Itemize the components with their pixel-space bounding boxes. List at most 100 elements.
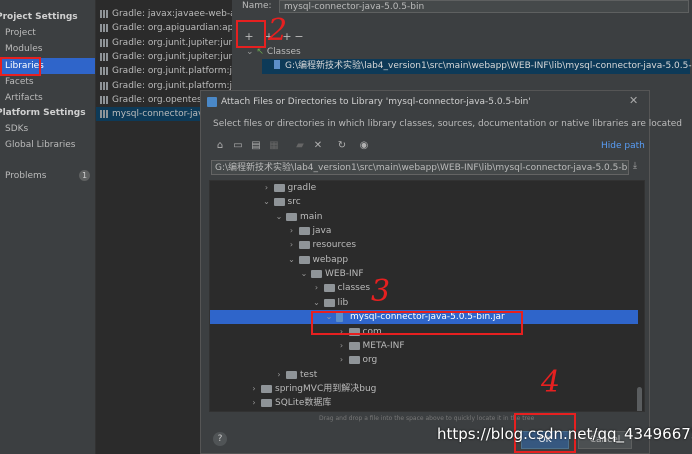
library-icon: [100, 81, 109, 90]
library-name-field[interactable]: mysql-connector-java-5.0.5-bin: [279, 0, 689, 13]
chevron-right-icon[interactable]: ›: [337, 339, 347, 353]
library-label: Gradle: javax:javaee-web-api:8.0: [112, 9, 233, 19]
path-input[interactable]: G:\编程新技术实验\lab4_version1\src\main\webapp…: [211, 160, 629, 175]
chevron-down-icon[interactable]: ⌄: [262, 195, 272, 209]
nav-item-global-libraries[interactable]: Global Libraries: [5, 140, 75, 150]
tree-node[interactable]: ⌄ WEB-INF: [210, 267, 638, 281]
tree-node[interactable]: ⌄ lib: [210, 296, 638, 310]
folder-icon: [261, 384, 272, 393]
library-item[interactable]: Gradle: org.junit.jupiter:junit-jupiter: [96, 50, 233, 64]
tree-node[interactable]: › gradle: [210, 181, 638, 195]
folder-icon: [298, 255, 310, 264]
library-item[interactable]: Gradle: org.junit.platform:junit-platfor…: [96, 64, 233, 78]
annotation-step-4: 4: [541, 365, 561, 400]
tree-node[interactable]: ⌄ main: [210, 210, 638, 224]
nav-item-problems[interactable]: Problems: [5, 171, 46, 181]
tree-node-label: resources: [312, 240, 357, 251]
folder-icon: [261, 399, 272, 408]
library-item[interactable]: Gradle: javax:javaee-web-api:8.0: [96, 7, 233, 21]
classes-path-text: G:\编程新技术实验\lab4_version1\src\main\webapp…: [285, 61, 692, 71]
show-hidden-icon[interactable]: ◉: [357, 139, 371, 153]
folder-icon: [298, 241, 310, 250]
hide-path-link[interactable]: Hide path: [601, 141, 645, 151]
desktop-icon[interactable]: ▭: [231, 139, 245, 153]
library-item[interactable]: Gradle: org.junit.jupiter:junit-jupiter: [96, 36, 233, 50]
library-icon: [100, 67, 109, 76]
folder-icon: [273, 198, 285, 207]
tree-node[interactable]: ⌄ src: [210, 195, 638, 209]
folder-icon: [286, 370, 297, 379]
library-label: Gradle: org.opentest4j: [112, 94, 214, 105]
tree-node[interactable]: › java: [210, 224, 638, 238]
library-item[interactable]: Gradle: org.apiguardian:apiguardian: [96, 21, 233, 35]
library-label: Gradle: org.junit.jupiter:junit-jupiter: [112, 37, 233, 48]
tree-node-label: SQLite数据库: [275, 398, 332, 409]
tree-node-label: main: [300, 211, 323, 222]
delete-icon[interactable]: ✕: [311, 139, 325, 153]
project-icon[interactable]: ▤: [249, 139, 263, 153]
tree-node[interactable]: › org: [210, 353, 638, 367]
close-icon[interactable]: ✕: [629, 94, 638, 107]
jar-icon: [274, 60, 280, 69]
chevron-right-icon[interactable]: ›: [337, 353, 347, 367]
library-label: Gradle: org.junit.platform:junit-platfor…: [112, 66, 233, 77]
classes-path-row[interactable]: G:\编程新技术实验\lab4_version1\src\main\webapp…: [262, 59, 692, 74]
name-label: Name:: [242, 1, 272, 11]
chevron-down-icon[interactable]: ⌄: [312, 296, 322, 310]
new-folder-icon[interactable]: ▰: [293, 139, 307, 153]
watermark: https://blog.csdn.net/qq_43496675: [437, 425, 692, 443]
refresh-icon[interactable]: ↻: [335, 139, 349, 153]
chevron-down-icon[interactable]: ⌄: [287, 253, 297, 267]
nav-item-project[interactable]: Project: [5, 28, 36, 38]
intellij-icon: [207, 97, 217, 107]
chevron-down-icon[interactable]: ⌄: [274, 210, 284, 224]
classes-root-icon: ↖: [256, 47, 264, 57]
chevron-right-icon[interactable]: ›: [249, 396, 259, 410]
classes-node[interactable]: ⌄ ↖ Classes: [246, 47, 301, 57]
folder-icon: [323, 284, 335, 293]
library-icon: [100, 38, 109, 47]
module-icon[interactable]: ▦: [267, 139, 281, 153]
tree-node[interactable]: › META-INF: [210, 339, 638, 353]
library-label: Gradle: org.apiguardian:apiguardian: [112, 23, 233, 34]
tree-node-label: src: [287, 197, 301, 208]
nav-item-facets[interactable]: Facets: [5, 77, 34, 87]
tree-node[interactable]: › test: [210, 368, 638, 382]
folder-icon: [273, 184, 285, 192]
tree-node[interactable]: › SQLite数据库: [210, 396, 638, 410]
home-icon[interactable]: ⌂: [213, 139, 227, 153]
nav-item-modules[interactable]: Modules: [5, 44, 42, 54]
tree-node[interactable]: › resources: [210, 238, 638, 252]
chevron-right-icon[interactable]: ›: [274, 368, 284, 382]
annotation-step-2: 2: [268, 13, 288, 48]
folder-icon: [311, 270, 322, 279]
library-icon: [100, 10, 109, 18]
tree-node-label: org: [362, 355, 378, 366]
chevron-right-icon[interactable]: ›: [249, 382, 259, 396]
folder-icon: [323, 298, 335, 307]
download-icon[interactable]: ⤓: [633, 161, 637, 171]
tree-node[interactable]: › springMVC用到解决bug: [210, 382, 638, 396]
remove-button[interactable]: −: [292, 30, 306, 44]
problems-count-badge: 1: [79, 170, 90, 181]
help-button[interactable]: ?: [213, 432, 227, 446]
library-icon: [100, 110, 109, 119]
drag-drop-hint: Drag and drop a file into the space abov…: [319, 415, 535, 422]
annotation-step-3: 3: [371, 274, 391, 309]
tree-node-label: META-INF: [362, 340, 405, 351]
tree-node[interactable]: ⌄ webapp: [210, 253, 638, 267]
tree-node[interactable]: › classes: [210, 281, 638, 295]
nav-item-sdks[interactable]: SDKs: [5, 124, 28, 134]
file-tree[interactable]: › gradle ⌄ src ⌄ main › java › resources ⌄ webapp ⌄ W…: [209, 180, 645, 412]
chevron-right-icon[interactable]: ›: [312, 281, 322, 295]
chevron-down-icon[interactable]: ⌄: [299, 267, 309, 281]
library-icon: [100, 24, 109, 33]
attach-files-dialog: Attach Files or Directories to Library '…: [200, 90, 682, 454]
chevron-right-icon[interactable]: ›: [287, 224, 297, 238]
nav-item-artifacts[interactable]: Artifacts: [5, 93, 43, 103]
tree-node-label: WEB-INF: [325, 269, 364, 280]
tree-scrollbar[interactable]: [637, 387, 642, 411]
folder-icon: [348, 341, 360, 350]
chevron-right-icon[interactable]: ›: [262, 181, 272, 195]
chevron-right-icon[interactable]: ›: [287, 238, 297, 252]
